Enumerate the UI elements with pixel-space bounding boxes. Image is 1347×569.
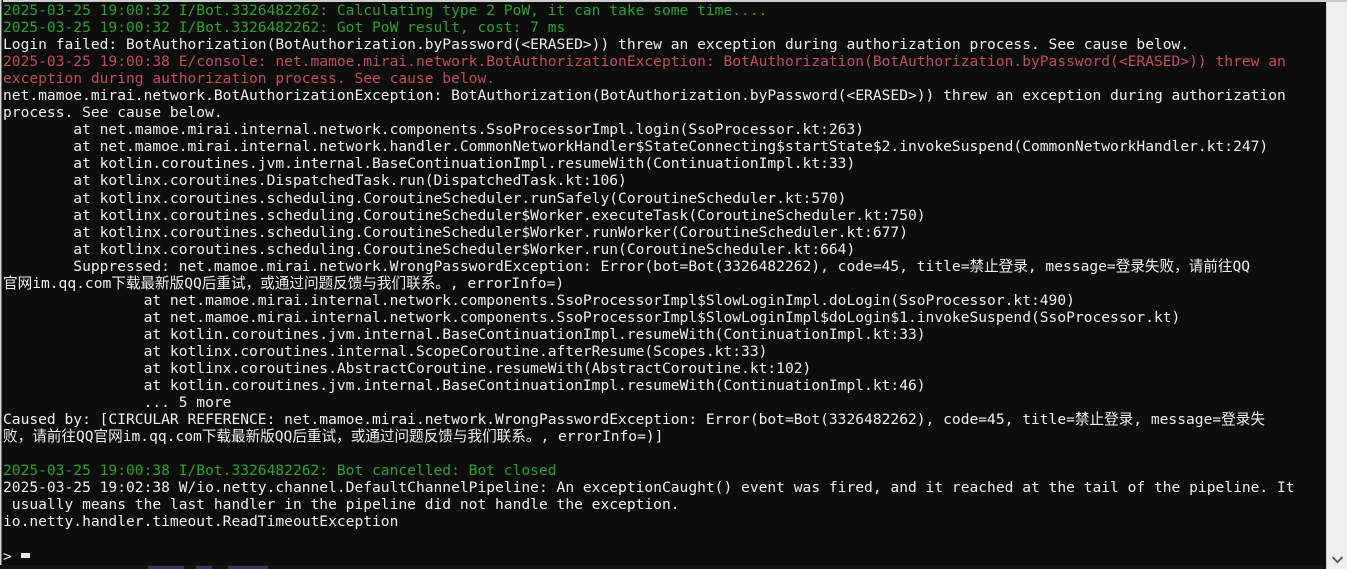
console-line: at kotlinx.coroutines.scheduling.Corouti… [3, 223, 908, 241]
console-line: at net.mamoe.mirai.internal.network.hand… [3, 138, 1269, 156]
command-prompt[interactable]: > [3, 548, 1326, 565]
console-line: 2025-03-25 19:00:32 I/Bot.3326482262: Ca… [3, 2, 768, 19]
chevron-down-icon[interactable] [1327, 551, 1347, 569]
vertical-scrollbar[interactable] [1326, 2, 1347, 569]
console-line: at kotlinx.coroutines.scheduling.Corouti… [3, 189, 847, 207]
console-line: at kotlin.coroutines.jvm.internal.BaseCo… [3, 325, 926, 343]
terminal-window: 2025-03-25 19:00:32 I/Bot.3326482262: Ca… [0, 0, 1347, 569]
console-line: io.netty.handler.timeout.ReadTimeoutExce… [3, 513, 399, 531]
scrollbar-track[interactable] [1327, 2, 1347, 551]
window-bottom-edge [0, 565, 1326, 569]
console-line: at kotlinx.coroutines.DispatchedTask.run… [3, 172, 627, 190]
console-line: at net.mamoe.mirai.internal.network.comp… [3, 291, 1075, 309]
console-line: at kotlinx.coroutines.scheduling.Corouti… [3, 206, 926, 224]
console-line: exception during authorization process. … [3, 70, 496, 88]
console-line: at kotlinx.coroutines.AbstractCoroutine.… [3, 359, 812, 377]
console-line: at kotlin.coroutines.jvm.internal.BaseCo… [3, 155, 856, 173]
prompt-symbol: > [3, 547, 12, 565]
console-line: Suppressed: net.mamoe.mirai.network.Wron… [3, 257, 1251, 275]
console-line: at net.mamoe.mirai.internal.network.comp… [3, 121, 865, 139]
console-line: at kotlin.coroutines.jvm.internal.BaseCo… [3, 377, 926, 395]
console-line: at net.mamoe.mirai.internal.network.comp… [3, 308, 1181, 326]
console-line: net.mamoe.mirai.network.BotAuthorization… [3, 87, 1286, 105]
console-line: 2025-03-25 19:00:38 I/Bot.3326482262: Bo… [3, 462, 557, 480]
console-line: usually means the last handler in the pi… [3, 496, 680, 514]
console-line: at kotlinx.coroutines.scheduling.Corouti… [3, 240, 856, 258]
console-line: 2025-03-25 19:02:38 W/io.netty.channel.D… [3, 479, 1295, 497]
console-line: 败，请前往QQ官网im.qq.com下载最新版QQ后重试，或通过问题反馈与我们联… [3, 428, 664, 446]
console-line: ... 5 more [3, 394, 232, 412]
console-line: 官网im.qq.com下载最新版QQ后重试，或通过问题反馈与我们联系。, err… [3, 274, 565, 292]
console-line: Login failed: BotAuthorization(BotAuthor… [3, 36, 1190, 54]
console-line: Caused by: [CIRCULAR REFERENCE: net.mamo… [3, 411, 1265, 429]
console-line: 2025-03-25 19:00:32 I/Bot.3326482262: Go… [3, 19, 566, 37]
text-cursor [20, 553, 30, 559]
console-line: at kotlinx.coroutines.internal.ScopeCoro… [3, 342, 768, 360]
console-line: 2025-03-25 19:00:38 E/console: net.mamoe… [3, 53, 1286, 71]
console-line: process. See cause below. [3, 104, 223, 122]
console-output[interactable]: 2025-03-25 19:00:32 I/Bot.3326482262: Ca… [3, 2, 1326, 567]
